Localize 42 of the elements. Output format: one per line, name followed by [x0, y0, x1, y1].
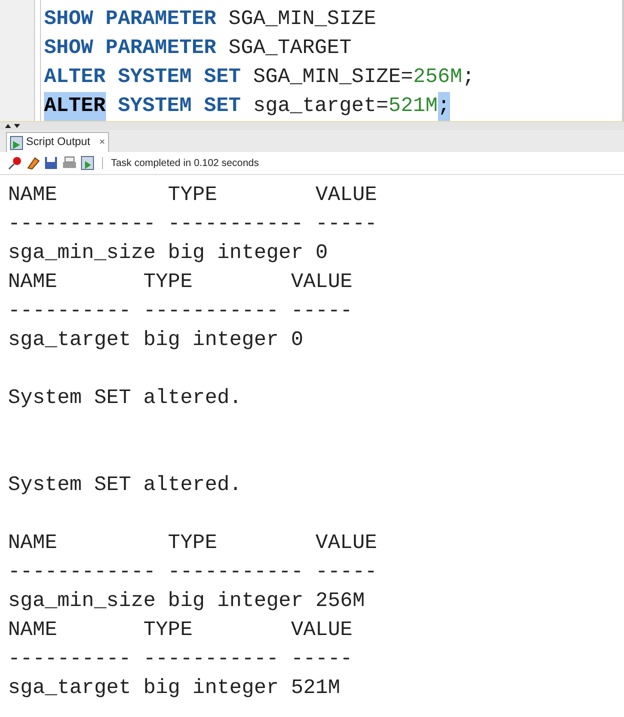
sql-keyword: SET: [204, 65, 241, 91]
status-text: Task completed in 0.102 seconds: [111, 156, 259, 170]
output-line: NAME TYPE VALUE: [8, 184, 378, 207]
output-line: sga_min_size big integer 256M: [8, 590, 365, 613]
run-script-icon[interactable]: [81, 156, 94, 170]
sql-text: SGA_MIN_SIZE: [228, 7, 376, 33]
sql-keyword: ALTER: [44, 92, 106, 121]
output-line: NAME TYPE VALUE: [8, 532, 378, 555]
sql-keyword: PARAMETER: [106, 7, 216, 33]
output-line: sga_target big integer 521M: [8, 677, 340, 700]
output-line: System SET altered.: [8, 387, 242, 410]
script-run-icon: [10, 136, 23, 150]
sql-keyword: SHOW: [44, 36, 94, 62]
sql-keyword: SYSTEM: [118, 65, 192, 91]
output-line: ------------ ----------- -----: [8, 561, 378, 584]
script-output-tab[interactable]: Script Output ×: [6, 132, 110, 152]
sql-keyword: SYSTEM: [118, 94, 192, 120]
output-line: ---------- ----------- -----: [8, 648, 352, 671]
sql-number: 521M: [388, 94, 438, 120]
sql-text: ;: [438, 92, 450, 121]
output-line: NAME TYPE VALUE: [8, 619, 352, 642]
sql-keyword: ALTER: [44, 65, 106, 91]
output-line: sga_min_size big integer 0: [8, 242, 328, 265]
output-line: ---------- ----------- -----: [8, 300, 352, 323]
sql-text: ;: [462, 65, 475, 91]
sql-keyword: SHOW: [44, 7, 94, 33]
splitter-arrows-icon[interactable]: [4, 123, 22, 129]
sql-keyword: PARAMETER: [106, 36, 216, 62]
eraser-icon[interactable]: [26, 156, 40, 170]
output-line: NAME TYPE VALUE: [8, 271, 352, 294]
pin-icon[interactable]: [8, 156, 22, 170]
sql-text: sga_target=: [253, 94, 388, 120]
print-icon[interactable]: [62, 156, 77, 170]
sql-number: 256M: [413, 65, 462, 91]
close-tab-button[interactable]: ×: [99, 135, 106, 150]
sql-text: SGA_MIN_SIZE=: [253, 65, 414, 91]
output-line: sga_target big integer 0: [8, 329, 304, 352]
sql-keyword: SET: [204, 94, 241, 120]
save-icon[interactable]: [44, 156, 58, 170]
output-line: ------------ ----------- -----: [8, 213, 378, 236]
sql-text: SGA_TARGET: [228, 36, 352, 62]
output-line: System SET altered.: [8, 474, 242, 497]
